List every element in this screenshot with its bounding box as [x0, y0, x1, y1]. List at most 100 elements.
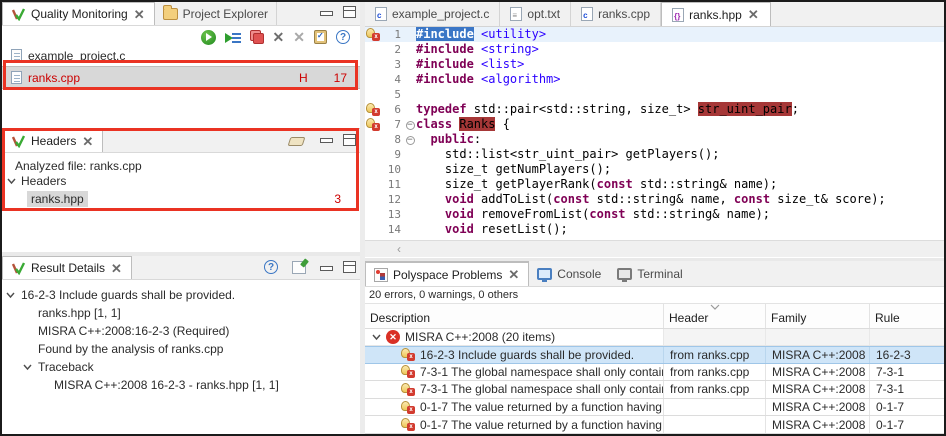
editor-tab-ranks-hpp[interactable]: {} ranks.hpp ✕	[661, 2, 771, 26]
delete-all-icon[interactable]: ✕	[293, 30, 305, 44]
clear-view-icon[interactable]	[287, 137, 306, 146]
copy-results-icon[interactable]	[249, 30, 264, 44]
code-line[interactable]: 2 #include <string>	[365, 42, 944, 57]
column-header[interactable]: Header	[664, 304, 766, 328]
code-line[interactable]: 5	[365, 87, 944, 102]
error-x-badge-icon: x	[407, 423, 415, 432]
file-type-glyph: c	[377, 11, 382, 20]
code-line[interactable]: 3 #include <list>	[365, 57, 944, 72]
problem-row[interactable]: x 16-2-3 Include guards shall be provided…	[365, 346, 944, 364]
code-line[interactable]: 9 std::list<str_uint_pair> getPlayers();	[365, 147, 944, 162]
problem-row[interactable]: x 0-1-7 The value returned by a function …	[365, 416, 944, 434]
maximize-icon[interactable]	[343, 261, 356, 273]
result-detail-line[interactable]: Found by the analysis of ranks.cpp	[2, 340, 360, 358]
editor-tab-example_project-c[interactable]: c example_project.c	[365, 2, 501, 26]
column-family[interactable]: Family	[766, 304, 870, 328]
close-icon[interactable]: ✕	[507, 268, 520, 281]
code-line[interactable]: 4 #include <algorithm>	[365, 72, 944, 87]
code-line[interactable]: 12 void addToList(const std::string& nam…	[365, 192, 944, 207]
help-icon[interactable]: ?	[336, 30, 350, 44]
analyzed-file-label: Analyzed file: ranks.cpp	[15, 159, 142, 173]
tab-label: example_project.c	[392, 7, 490, 21]
minimize-icon[interactable]	[320, 265, 333, 271]
help-icon[interactable]: ?	[264, 260, 278, 274]
code-line[interactable]: 8− public:	[365, 132, 944, 147]
code-line[interactable]: 11 size_t getPlayerRank(const std::strin…	[365, 177, 944, 192]
cell-description: x 0-1-7 The value returned by a function …	[365, 398, 664, 416]
fold-column	[404, 72, 416, 87]
result-details-panel: Result Details ✕ ? 16-2-3 Include guards…	[2, 252, 360, 434]
description-text: 7-3-1 The global namespace shall only co…	[420, 382, 664, 397]
fold-collapse-icon[interactable]: −	[405, 121, 415, 130]
scroll-left-icon[interactable]: ‹	[397, 242, 401, 256]
code-line[interactable]: x 6 typedef std::pair<std::string, size_t>…	[365, 102, 944, 117]
fold-column[interactable]: −	[404, 117, 416, 132]
problems-group-row[interactable]: ✕ MISRA C++:2008 (20 items)	[365, 329, 944, 346]
fold-column[interactable]: −	[404, 132, 416, 147]
run-configuration-icon[interactable]	[224, 30, 241, 44]
chevron-down-icon[interactable]	[372, 334, 381, 341]
cell-header: from ranks.cpp	[664, 381, 766, 398]
tab-polyspace-problems[interactable]: Polyspace Problems ✕	[365, 261, 530, 286]
token: size_t getPlayerRank(	[416, 177, 597, 191]
result-detail-line[interactable]: MISRA C++:2008:16-2-3 (Required)	[2, 322, 360, 340]
result-detail-line[interactable]: MISRA C++:2008 16-2-3 - ranks.hpp [1, 1]	[2, 376, 360, 394]
horizontal-scrollbar[interactable]: ‹	[365, 240, 944, 257]
code-editor[interactable]: x 1 #include <utility> 2 #include <string> 3 #…	[365, 27, 944, 240]
file-row-ranks-cpp[interactable]: ranks.cpp H 17	[2, 66, 360, 89]
close-icon[interactable]: ✕	[110, 262, 123, 275]
tab-console[interactable]: Console	[529, 261, 609, 286]
tab-headers[interactable]: Headers ✕	[2, 129, 104, 152]
fold-collapse-icon[interactable]: −	[405, 136, 415, 145]
delete-icon[interactable]: ✕	[273, 30, 285, 44]
chevron-down-icon[interactable]	[23, 364, 32, 371]
token: ;	[791, 102, 799, 116]
code-line[interactable]: 13 void removeFromList(const std::string…	[365, 207, 944, 222]
editor-tabbar: c example_project.c ≡ opt.txt c ranks.cpp {} ra…	[365, 2, 944, 27]
cell-rule: 0-1-7	[876, 417, 905, 432]
problem-row[interactable]: x 7-3-1 The global namespace shall only c…	[365, 381, 944, 399]
code-line[interactable]: x 7− class Ranks {	[365, 117, 944, 132]
close-icon[interactable]: ✕	[81, 135, 94, 148]
headers-file-row[interactable]: ranks.hpp 3	[2, 190, 360, 208]
result-detail-line[interactable]: 16-2-3 Include guards shall be provided.	[2, 286, 360, 304]
result-detail-line[interactable]: ranks.hpp [1, 1]	[2, 304, 360, 322]
headers-tree-root[interactable]: Headers	[2, 173, 360, 189]
description-text: 16-2-3 Include guards shall be provided.	[420, 347, 635, 362]
token: #include	[416, 57, 474, 71]
close-icon[interactable]: ✕	[133, 8, 146, 21]
column-rule[interactable]: Rule	[870, 304, 944, 328]
minimize-icon[interactable]	[320, 138, 333, 143]
problem-row[interactable]: x 0-1-7 The value returned by a function …	[365, 398, 944, 417]
column-description[interactable]: Description	[365, 304, 664, 328]
tab-terminal[interactable]: Terminal	[609, 261, 690, 286]
tab-result-details[interactable]: Result Details ✕	[2, 256, 132, 279]
editor-panel: c example_project.c ≡ opt.txt c ranks.cpp {} ra…	[365, 2, 944, 258]
run-analysis-icon[interactable]	[200, 29, 216, 45]
token: removeFromList(	[473, 207, 590, 221]
code-line[interactable]: 14 void resetList();	[365, 222, 944, 237]
tab-label: Polyspace Problems	[393, 267, 503, 282]
chevron-down-icon[interactable]	[6, 292, 15, 299]
editor-tab-opt-txt[interactable]: ≡ opt.txt	[500, 2, 572, 26]
code-line[interactable]: 10 size_t getNumPlayers();	[365, 162, 944, 177]
problem-row[interactable]: x 7-3-1 The global namespace shall only c…	[365, 363, 944, 382]
token: str_uint_pair	[697, 102, 792, 116]
chevron-down-icon[interactable]	[7, 178, 16, 185]
quality-monitoring-panel: Quality Monitoring ✕ Project Explorer ✕ …	[2, 2, 360, 128]
edit-checklist-icon[interactable]	[314, 30, 327, 44]
open-review-icon[interactable]	[292, 260, 306, 274]
editor-tab-ranks-cpp[interactable]: c ranks.cpp	[571, 2, 662, 26]
file-row-example-project[interactable]: example_project.c	[2, 48, 360, 63]
tab-quality-monitoring[interactable]: Quality Monitoring ✕	[2, 2, 155, 25]
maximize-icon[interactable]	[343, 6, 356, 18]
tab-project-explorer[interactable]: Project Explorer	[155, 2, 277, 25]
console-icon	[537, 267, 553, 282]
maximize-icon[interactable]	[343, 133, 356, 146]
code-line[interactable]: x 1 #include <utility>	[365, 27, 944, 42]
minimize-icon[interactable]	[320, 10, 333, 16]
result-detail-line[interactable]: Traceback	[2, 358, 360, 376]
fold-column	[404, 42, 416, 57]
close-icon[interactable]: ✕	[747, 8, 760, 21]
